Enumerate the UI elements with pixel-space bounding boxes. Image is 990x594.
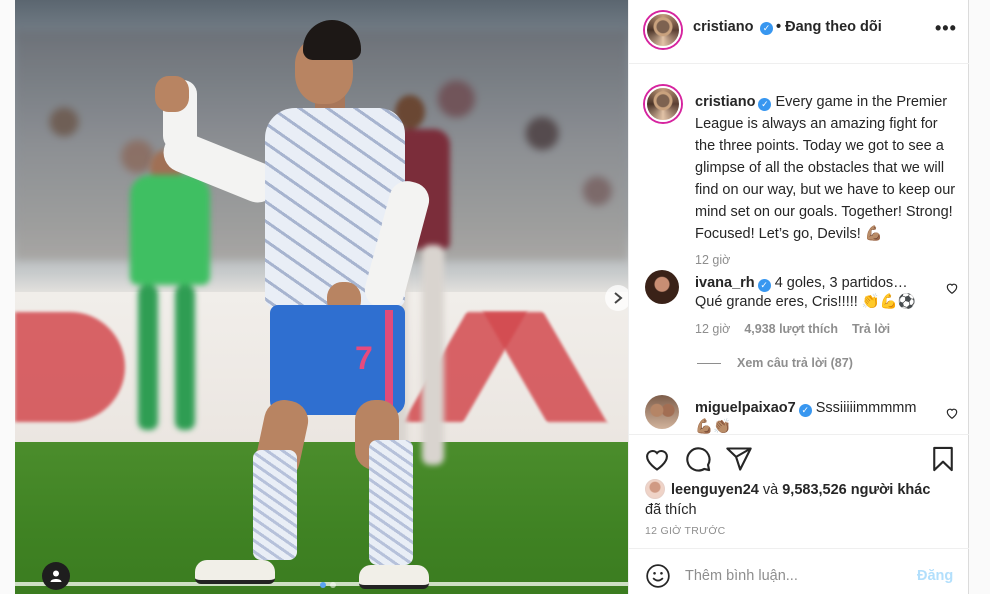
post-side-panel: cristiano ✓ • Đang theo dõi ••• cristian… [628,0,970,594]
carousel-dots [320,582,336,588]
next-photo-button[interactable] [605,285,628,311]
commenter-avatar[interactable] [645,270,679,304]
view-replies-label: Xem câu trả lời (87) [737,356,853,370]
likes-summary: leenguyen24 và 9,583,526 người khác đã t… [645,479,930,520]
player-figure: 7 [155,20,435,590]
liked-suffix: đã thích [645,502,697,518]
author-username[interactable]: cristiano [693,19,753,35]
commenter-username[interactable]: miguelpaixao7 [695,400,796,416]
commenter-username[interactable]: ivana_rh [695,275,755,291]
post-comment-button[interactable]: Đăng [917,568,953,584]
separator-dot: • [776,19,782,35]
post-actions: leenguyen24 và 9,583,526 người khác đã t… [629,434,970,548]
verified-badge-icon: ✓ [760,22,773,35]
more-options-icon[interactable]: ••• [935,18,957,39]
verified-badge-icon: ✓ [757,279,771,292]
comments-list[interactable]: cristiano ✓ Every game in the Premier Lea… [629,64,970,434]
caption-text: cristiano ✓ Every game in the Premier Lea… [695,91,961,245]
others-count[interactable]: 9,583,526 người khác [782,482,930,498]
first-liker[interactable]: leenguyen24 [671,482,759,498]
caption-avatar[interactable] [645,86,681,122]
jersey-number: 7 [355,340,373,376]
comment-likes[interactable]: 4,938 lượt thích [744,322,838,336]
share-icon[interactable] [725,445,753,473]
comment-like-icon[interactable] [945,281,959,295]
add-comment-bar: Đăng [629,548,970,594]
reply-button[interactable]: Trả lời [852,322,890,336]
bookmark-icon[interactable] [929,445,957,473]
author-avatar[interactable] [645,12,681,48]
user-tag-button[interactable] [42,562,70,590]
comment-time[interactable]: 12 giờ [695,322,730,336]
heart-icon[interactable] [643,445,671,473]
view-replies-button[interactable]: Xem câu trả lời (87) [697,356,853,370]
follow-status[interactable]: • Đang theo dõi [776,19,882,35]
user-tag-icon [50,570,62,582]
liker-avatar[interactable] [645,479,665,499]
comment-input[interactable] [685,563,905,589]
comment-icon[interactable] [684,445,712,473]
likes-connector: và [762,482,779,498]
page-gutter [969,0,990,594]
commenter-avatar[interactable] [645,395,679,429]
chevron-right-icon [614,292,623,304]
comment-text: miguelpaixao7 ✓ Sssiiiiimmmmm 💪🏽👏🏽 [695,399,935,434]
verified-badge-icon: ✓ [798,404,812,417]
comment-like-icon[interactable] [945,406,959,420]
replies-dash [697,362,721,364]
caption-body: Every game in the Premier League is alwa… [695,94,956,242]
post-photo[interactable]: 7 [15,0,628,594]
follow-status-label: Đang theo dõi [785,19,882,35]
post-timestamp[interactable]: 12 GIỜ TRƯỚC [645,525,726,537]
comment-text: ivana_rh ✓ 4 goles, 3 partidos… Qué grand… [695,274,935,312]
caption-username[interactable]: cristiano [695,94,755,110]
emoji-icon[interactable] [645,563,671,589]
comment-meta: 12 giờ 4,938 lượt thích Trả lời [695,322,890,336]
caption-time[interactable]: 12 giờ [695,253,730,267]
verified-badge-icon: ✓ [758,98,772,111]
post-header: cristiano ✓ • Đang theo dõi ••• [629,0,970,64]
